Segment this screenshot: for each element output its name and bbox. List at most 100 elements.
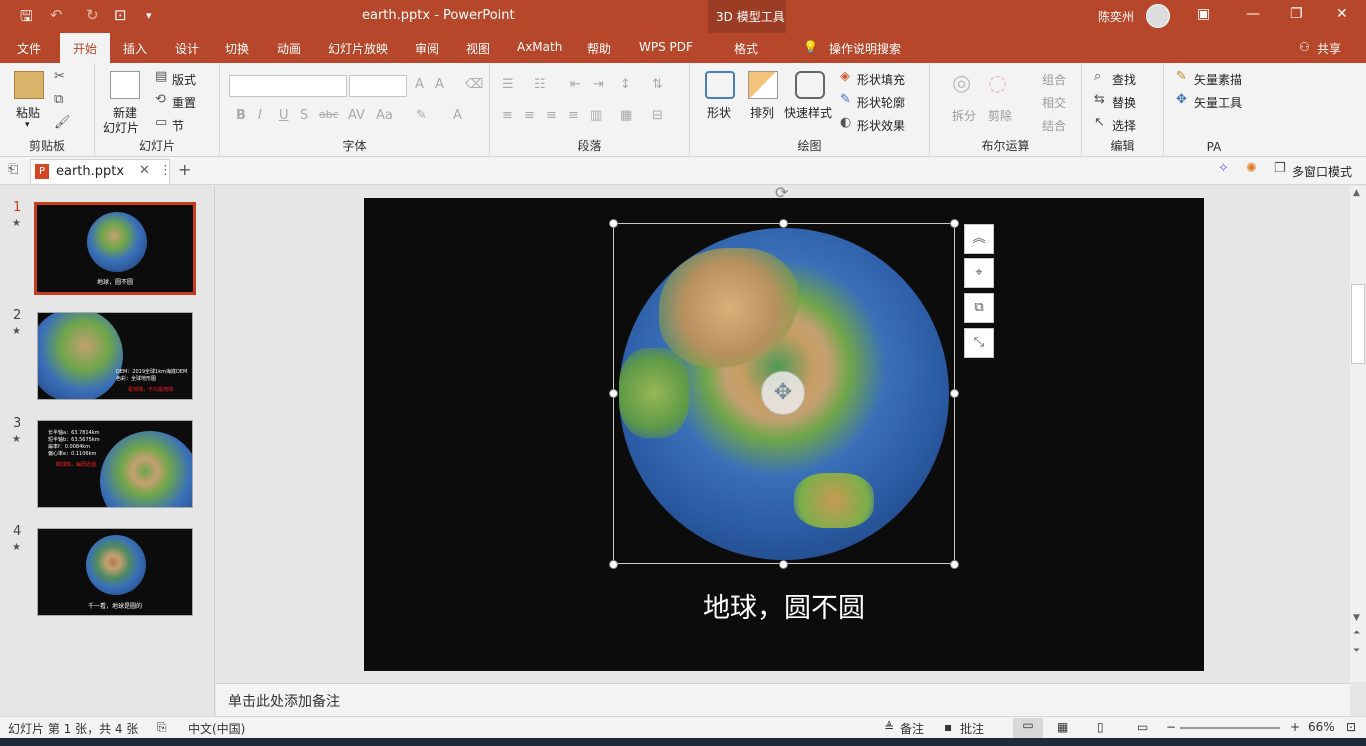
- underline-icon[interactable]: U: [279, 108, 289, 123]
- arrange-icon[interactable]: [748, 71, 778, 99]
- vertical-scrollbar[interactable]: [1350, 186, 1366, 682]
- new-slide-icon[interactable]: [110, 71, 140, 99]
- find-button[interactable]: 查找: [1112, 71, 1136, 88]
- decrease-indent-icon[interactable]: ⇤: [570, 77, 581, 92]
- quick-styles-icon[interactable]: [795, 71, 825, 99]
- prev-slide-icon[interactable]: ⏶: [1353, 628, 1360, 638]
- text-direction-icon[interactable]: ⇅: [652, 77, 663, 92]
- scrollbar-thumb[interactable]: [1351, 284, 1365, 364]
- distribute-icon[interactable]: ▥: [590, 108, 602, 123]
- align-text-icon[interactable]: ⊟: [652, 108, 663, 123]
- font-size-combo[interactable]: [349, 75, 407, 97]
- pan-zoom-icon[interactable]: ⌖: [964, 258, 994, 288]
- maximize-icon[interactable]: ❐: [1290, 6, 1303, 22]
- slide-thumbnail-2[interactable]: DEM：2019全球1km海底DEM 色彩：全球地形图 看地球，不只是地球: [37, 312, 193, 400]
- resize-handle-ne[interactable]: [950, 219, 959, 228]
- numbering-icon[interactable]: ☷: [534, 77, 546, 92]
- align-right-icon[interactable]: ≡: [546, 108, 557, 123]
- shapes-button[interactable]: 形状: [707, 104, 731, 121]
- tab-insert[interactable]: 插入: [123, 40, 147, 57]
- align-left-icon[interactable]: ≡: [502, 108, 513, 123]
- slide-thumbnail-4[interactable]: 千一看，地球是圆的: [37, 528, 193, 616]
- justify-icon[interactable]: ≡: [568, 108, 579, 123]
- slideshow-view-icon[interactable]: ▭: [1137, 720, 1148, 734]
- scroll-up-icon[interactable]: ▲: [1353, 188, 1360, 198]
- resize-handle-n[interactable]: [779, 219, 788, 228]
- resize-handle-se[interactable]: [950, 560, 959, 569]
- tab-home[interactable]: 开始: [60, 33, 110, 63]
- tab-more-icon[interactable]: ⋮: [159, 163, 172, 178]
- layout-button[interactable]: 版式: [172, 71, 196, 88]
- resize-handle-s[interactable]: [779, 560, 788, 569]
- comments-button[interactable]: 批注: [960, 720, 984, 737]
- rotate-handle-icon[interactable]: ⟳: [775, 183, 788, 202]
- new-slide-label-2[interactable]: 幻灯片: [103, 119, 139, 136]
- change-case-icon[interactable]: Aa: [376, 108, 393, 123]
- tab-slideshow[interactable]: 幻灯片放映: [328, 40, 388, 57]
- resize-handle-sw[interactable]: [609, 560, 618, 569]
- tell-me-search[interactable]: 操作说明搜索: [829, 40, 901, 57]
- tab-view[interactable]: 视图: [466, 40, 490, 57]
- present-icon[interactable]: ⊡: [114, 6, 127, 24]
- bullets-icon[interactable]: ☰: [502, 77, 514, 92]
- zoom-in-icon[interactable]: +: [1290, 720, 1300, 734]
- bold-icon[interactable]: B: [236, 108, 246, 123]
- align-center-icon[interactable]: ≡: [524, 108, 535, 123]
- resize-handle-nw[interactable]: [609, 219, 618, 228]
- scroll-down-icon[interactable]: ▼: [1353, 613, 1360, 623]
- highlight-icon[interactable]: ✎: [416, 108, 427, 123]
- select-button[interactable]: 选择: [1112, 117, 1136, 134]
- customize-qa-icon[interactable]: ▾: [146, 9, 152, 22]
- arrange-button[interactable]: 排列: [750, 104, 774, 121]
- redo-icon[interactable]: ↻: [86, 6, 99, 24]
- paste-button[interactable]: 粘贴: [16, 104, 40, 121]
- undo-icon[interactable]: ↶: [50, 6, 63, 24]
- reading-view-icon[interactable]: ▯: [1097, 720, 1104, 734]
- share-button[interactable]: 共享: [1317, 40, 1341, 57]
- shapes-icon[interactable]: [705, 71, 735, 99]
- tab-animations[interactable]: 动画: [277, 40, 301, 57]
- avatar[interactable]: [1146, 4, 1170, 28]
- language-indicator[interactable]: 中文(中国): [188, 720, 245, 737]
- reset-button[interactable]: 重置: [172, 94, 196, 111]
- ribbon-display-icon[interactable]: ▣: [1197, 6, 1210, 22]
- char-spacing-icon[interactable]: AV: [348, 108, 365, 123]
- shadow-icon[interactable]: S: [300, 108, 308, 123]
- strikethrough-icon[interactable]: abc: [319, 108, 339, 121]
- tab-file[interactable]: 文件: [17, 40, 41, 57]
- clear-format-icon[interactable]: ⌫: [465, 77, 483, 92]
- pa-icon[interactable]: ✧: [1218, 161, 1229, 176]
- notes-button[interactable]: 备注: [900, 720, 924, 737]
- spelling-icon[interactable]: ⎘: [157, 720, 167, 735]
- tab-format[interactable]: 格式: [734, 40, 758, 57]
- slide-caption[interactable]: 地球，圆不圆: [364, 586, 1204, 625]
- italic-icon[interactable]: I: [258, 108, 262, 123]
- settings-icon[interactable]: ✺: [1246, 161, 1257, 176]
- reset-3d-icon[interactable]: ⧉: [964, 293, 994, 323]
- intersect-button[interactable]: 相交: [1042, 94, 1066, 111]
- resize-handle-w[interactable]: [609, 389, 618, 398]
- copy-icon[interactable]: ⧉: [54, 92, 63, 107]
- shrink-font-icon[interactable]: A: [435, 77, 444, 92]
- union-button[interactable]: 结合: [1042, 117, 1066, 134]
- vector-tools-button[interactable]: 矢量工具: [1194, 94, 1242, 111]
- layout-options-icon[interactable]: ︽: [964, 224, 994, 254]
- shape-outline-button[interactable]: 形状轮廓: [857, 94, 905, 111]
- save-icon[interactable]: 🖫: [20, 6, 33, 31]
- tab-axmath[interactable]: AxMath: [517, 40, 562, 54]
- quick-styles-button[interactable]: 快速样式: [784, 104, 832, 121]
- tab-help[interactable]: 帮助: [587, 40, 611, 57]
- vector-sketch-button[interactable]: 矢量素描: [1194, 71, 1242, 88]
- new-tab-icon[interactable]: +: [178, 160, 191, 179]
- section-button[interactable]: 节: [172, 117, 184, 134]
- combine-button[interactable]: 组合: [1042, 71, 1066, 88]
- cut-icon[interactable]: ✂: [54, 69, 65, 84]
- font-color-icon[interactable]: A: [453, 108, 462, 123]
- tab-design[interactable]: 设计: [175, 40, 199, 57]
- next-slide-icon[interactable]: ⏷: [1353, 646, 1360, 656]
- notes-pane[interactable]: 单击此处添加备注: [216, 683, 1350, 716]
- line-spacing-icon[interactable]: ↕: [620, 77, 631, 92]
- shape-effects-button[interactable]: 形状效果: [857, 117, 905, 134]
- columns-icon[interactable]: ▦: [620, 108, 632, 123]
- fit-frame-icon[interactable]: ⤡: [964, 328, 994, 358]
